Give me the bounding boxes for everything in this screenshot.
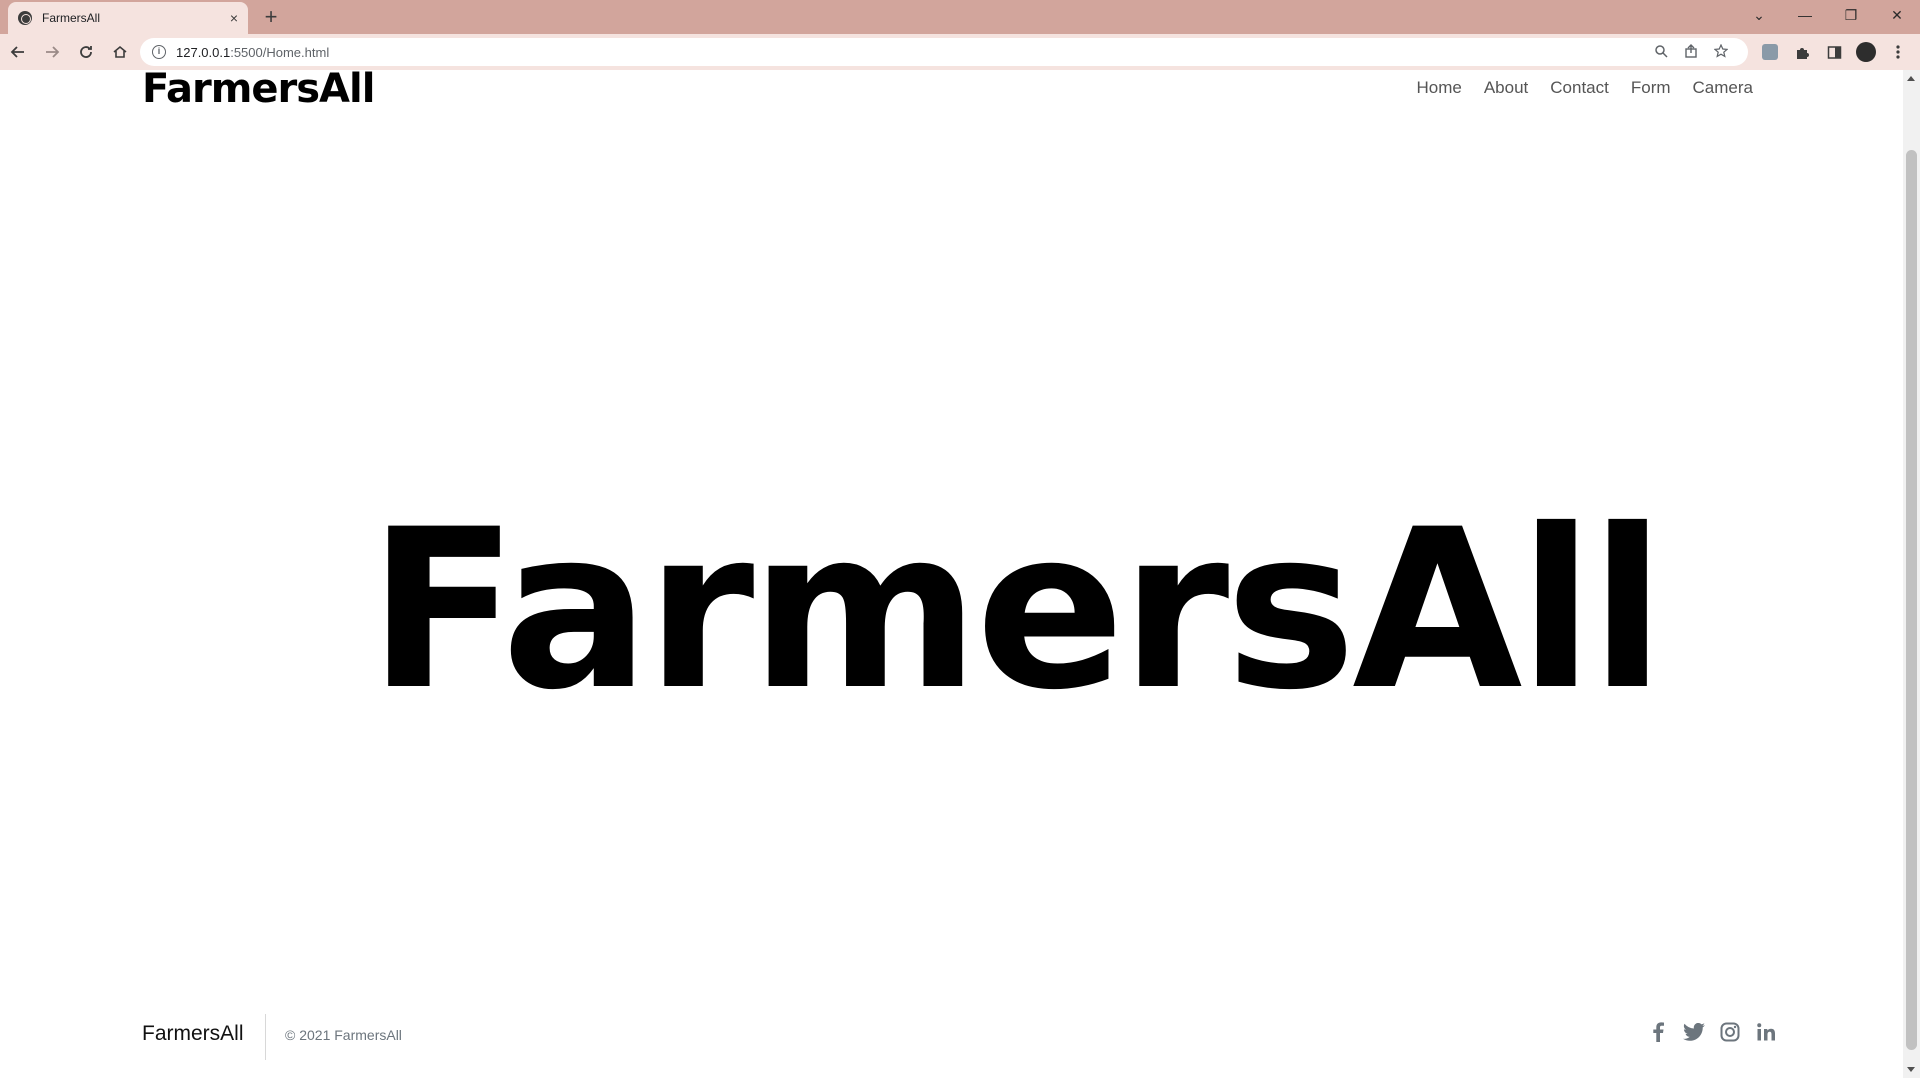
menu-kebab-icon[interactable] (1882, 38, 1914, 66)
close-window-icon[interactable]: ✕ (1874, 0, 1920, 30)
new-tab-button[interactable]: + (258, 4, 284, 30)
scroll-down-icon[interactable] (1907, 1067, 1915, 1072)
twitter-icon[interactable] (1682, 1020, 1706, 1044)
profile-avatar[interactable] (1850, 38, 1882, 66)
browser-toolbar: i 127.0.0.1:5500/Home.html (0, 34, 1920, 70)
hero-logo-text: FarmersAll (368, 482, 1665, 738)
nav-home[interactable]: Home (1416, 78, 1461, 98)
nav-about[interactable]: About (1484, 78, 1528, 98)
nav-camera[interactable]: Camera (1693, 78, 1753, 98)
footer-divider (265, 1014, 266, 1060)
tab-search-icon[interactable]: ⌄ (1736, 0, 1782, 30)
social-links (1646, 1020, 1778, 1044)
instagram-icon[interactable] (1718, 1020, 1742, 1044)
footer-brand[interactable]: FarmersAll (142, 1022, 244, 1046)
url-text[interactable]: 127.0.0.1:5500/Home.html (176, 45, 1646, 60)
header-logo[interactable]: FarmersAll (142, 70, 375, 112)
globe-icon (18, 11, 32, 25)
minimize-icon[interactable]: — (1782, 0, 1828, 30)
browser-tab[interactable]: FarmersAll × (8, 2, 248, 34)
footer-copyright: © 2021 FarmersAll (285, 1027, 402, 1043)
browser-tabstrip: FarmersAll × + ⌄ — ❐ ✕ (0, 0, 1920, 34)
site-footer: FarmersAll © 2021 FarmersAll (0, 1010, 1903, 1070)
info-icon[interactable]: i (152, 45, 166, 59)
nav-contact[interactable]: Contact (1550, 78, 1609, 98)
main-nav: Home About Contact Form Camera (1416, 78, 1753, 98)
tab-title: FarmersAll (42, 11, 101, 25)
bookmark-star-icon[interactable] (1706, 43, 1736, 61)
restore-icon[interactable]: ❐ (1828, 0, 1874, 30)
address-bar[interactable]: i 127.0.0.1:5500/Home.html (140, 38, 1748, 66)
window-controls: ⌄ — ❐ ✕ (1736, 0, 1920, 30)
puzzle-icon[interactable] (1786, 38, 1818, 66)
forward-icon[interactable] (36, 36, 68, 68)
nav-form[interactable]: Form (1631, 78, 1671, 98)
share-icon[interactable] (1676, 43, 1706, 61)
side-panel-icon[interactable] (1818, 38, 1850, 66)
home-icon[interactable] (104, 36, 136, 68)
zoom-icon[interactable] (1646, 44, 1676, 61)
linkedin-icon[interactable] (1754, 1020, 1778, 1044)
extension-icon[interactable] (1754, 38, 1786, 66)
facebook-icon[interactable] (1646, 1020, 1670, 1044)
hero-logo: FarmersAll (368, 482, 1665, 738)
reload-icon[interactable] (70, 36, 102, 68)
scrollbar-thumb[interactable] (1906, 150, 1917, 1050)
back-icon[interactable] (2, 36, 34, 68)
scroll-up-icon[interactable] (1907, 76, 1915, 81)
page-scrollbar[interactable] (1903, 70, 1920, 1078)
toolbar-actions (1754, 38, 1914, 66)
page-viewport: FarmersAll Home About Contact Form Camer… (0, 70, 1920, 1078)
tab-close-icon[interactable]: × (230, 10, 238, 26)
site-header: FarmersAll Home About Contact Form Camer… (0, 70, 1903, 112)
